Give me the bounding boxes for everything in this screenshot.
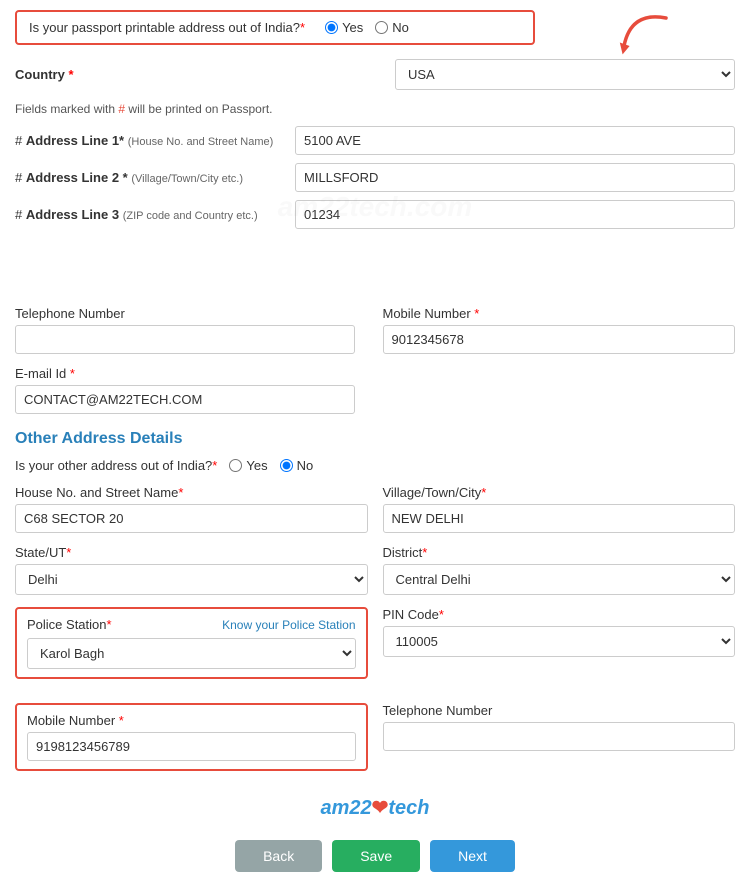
mobile-label: Mobile Number * — [383, 306, 736, 321]
email-input[interactable] — [15, 385, 355, 414]
country-select[interactable]: USA India UK Canada Australia — [395, 59, 735, 90]
police-station-select[interactable]: Karol Bagh Connaught Place Paharganj Sad… — [27, 638, 356, 669]
email-row: E-mail Id * — [15, 366, 735, 414]
state-col: State/UT* Delhi Maharashtra Karnataka Ta… — [15, 545, 368, 595]
passport-yes-radio[interactable] — [325, 21, 338, 34]
country-select-wrap: USA India UK Canada Australia — [395, 59, 735, 90]
house-input[interactable] — [15, 504, 368, 533]
other-tel-input[interactable] — [383, 722, 736, 751]
email-label: E-mail Id * — [15, 366, 735, 381]
other-yes-radio[interactable] — [229, 459, 242, 472]
passport-yes-label[interactable]: Yes — [325, 20, 363, 35]
save-button[interactable]: Save — [332, 840, 420, 872]
passport-no-label[interactable]: No — [375, 20, 409, 35]
other-address-radio-group: Yes No — [229, 458, 313, 473]
district-select[interactable]: Central Delhi North Delhi South Delhi Ea… — [383, 564, 736, 595]
address-line1-wrap — [295, 126, 735, 155]
address-line3-input[interactable] — [295, 200, 735, 229]
other-mobile-input[interactable] — [27, 732, 356, 761]
tel-mobile-row: Telephone Number Mobile Number * — [15, 306, 735, 354]
other-mobile-label: Mobile Number * — [27, 713, 356, 728]
village-input[interactable] — [383, 504, 736, 533]
address-line2-row: # Address Line 2 * (Village/Town/City et… — [15, 163, 735, 192]
red-arrow-icon — [610, 4, 680, 74]
other-address-question-text: Is your other address out of India?* — [15, 458, 217, 473]
other-mobile-col: Mobile Number * — [15, 703, 368, 783]
other-tel-col: Telephone Number — [383, 703, 736, 783]
other-yes-label[interactable]: Yes — [229, 458, 267, 473]
state-district-row: State/UT* Delhi Maharashtra Karnataka Ta… — [15, 545, 735, 595]
address-line3-label: # Address Line 3 (ZIP code and Country e… — [15, 207, 285, 222]
house-col: House No. and Street Name* — [15, 485, 368, 533]
address-line3-wrap — [295, 200, 735, 229]
address-line1-row: # Address Line 1* (House No. and Street … — [15, 126, 735, 155]
address-line2-label: # Address Line 2 * (Village/Town/City et… — [15, 170, 285, 185]
passport-yes-text: Yes — [342, 20, 363, 35]
address-line1-label: # Address Line 1* (House No. and Street … — [15, 133, 285, 148]
other-no-label[interactable]: No — [280, 458, 314, 473]
district-col: District* Central Delhi North Delhi Sout… — [383, 545, 736, 595]
house-village-row: House No. and Street Name* Village/Town/… — [15, 485, 735, 533]
telephone-col: Telephone Number — [15, 306, 368, 354]
mobile-input[interactable] — [383, 325, 736, 354]
pin-label: PIN Code* — [383, 607, 736, 622]
house-label: House No. and Street Name* — [15, 485, 368, 500]
passport-no-radio[interactable] — [375, 21, 388, 34]
brand-watermark: am22❤tech — [15, 795, 735, 820]
other-no-radio[interactable] — [280, 459, 293, 472]
state-label: State/UT* — [15, 545, 368, 560]
other-mobile-tel-row: Mobile Number * Telephone Number — [15, 703, 735, 783]
next-button[interactable]: Next — [430, 840, 515, 872]
police-col: Police Station* Know your Police Station… — [15, 607, 368, 691]
address-line3-row: # Address Line 3 (ZIP code and Country e… — [15, 200, 735, 229]
passport-no-text: No — [392, 20, 409, 35]
country-label: Country * — [15, 67, 115, 82]
mobile-col: Mobile Number * — [383, 306, 736, 354]
police-station-label: Police Station* — [27, 617, 112, 632]
village-label: Village/Town/City* — [383, 485, 736, 500]
passport-radio-group: Yes No — [325, 20, 409, 35]
village-col: Village/Town/City* — [383, 485, 736, 533]
telephone-input[interactable] — [15, 325, 355, 354]
telephone-label: Telephone Number — [15, 306, 368, 321]
pin-select[interactable]: 110005 110001 110002 110003 — [383, 626, 736, 657]
other-address-question-row: Is your other address out of India?* Yes… — [15, 458, 735, 473]
know-police-link[interactable]: Know your Police Station — [222, 618, 355, 632]
other-address-title: Other Address Details — [15, 430, 735, 448]
passport-question-label: Is your passport printable address out o… — [29, 20, 305, 35]
fields-note: Fields marked with # will be printed on … — [15, 102, 735, 116]
police-station-header: Police Station* Know your Police Station — [27, 617, 356, 632]
address-line2-input[interactable] — [295, 163, 735, 192]
country-row: Country * USA India UK Canada Australia — [15, 59, 735, 90]
passport-question-box: Is your passport printable address out o… — [15, 10, 535, 45]
other-yes-text: Yes — [246, 458, 267, 473]
address-line2-wrap — [295, 163, 735, 192]
police-station-section: Police Station* Know your Police Station… — [15, 607, 368, 679]
pin-col: PIN Code* 110005 110001 110002 110003 — [383, 607, 736, 691]
back-button[interactable]: Back — [235, 840, 322, 872]
state-select[interactable]: Delhi Maharashtra Karnataka Tamil Nadu — [15, 564, 368, 595]
address-line1-input[interactable] — [295, 126, 735, 155]
other-tel-label: Telephone Number — [383, 703, 736, 718]
police-pin-row: Police Station* Know your Police Station… — [15, 607, 735, 691]
other-no-text: No — [297, 458, 314, 473]
address-section: am22tech.com # Address Line 1* (House No… — [15, 126, 735, 306]
passport-question-text: Is your passport printable address out o… — [29, 20, 300, 35]
district-label: District* — [383, 545, 736, 560]
passport-required-star: * — [300, 20, 305, 35]
bottom-buttons: Back Save Next — [15, 840, 735, 872]
other-mobile-section: Mobile Number * — [15, 703, 368, 771]
